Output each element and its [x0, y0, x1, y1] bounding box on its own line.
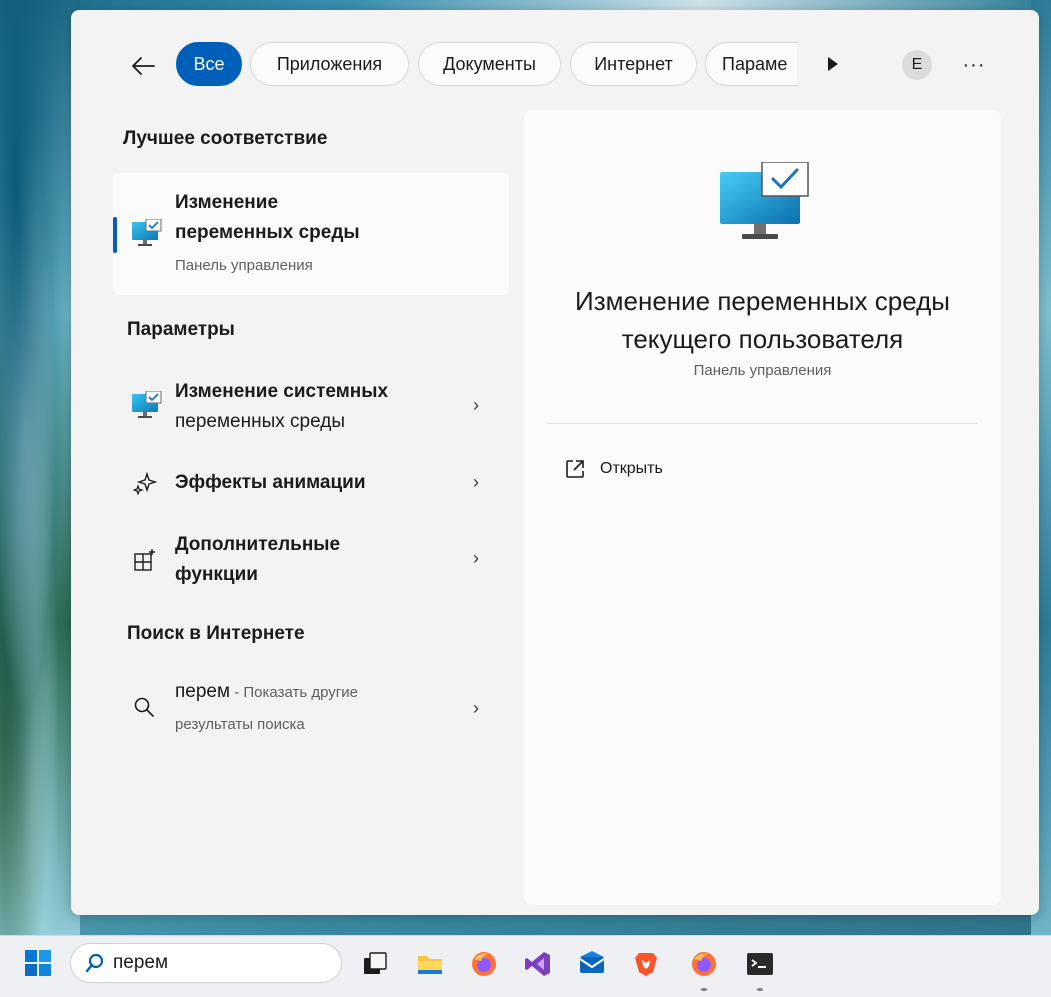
web-search-hint-line2: результаты поиска — [175, 716, 305, 733]
search-icon — [85, 953, 104, 973]
divider — [547, 423, 977, 424]
web-search-query: перем — [175, 681, 231, 702]
setting-animation-effects[interactable]: Эффекты анимации › — [113, 465, 509, 505]
monitor-check-icon — [720, 162, 809, 239]
add-grid-icon — [134, 549, 155, 571]
open-action[interactable]: Открыть — [564, 454, 663, 484]
taskbar-search-value: перем — [113, 952, 169, 973]
setting-title-line1: Эффекты анимации — [175, 472, 366, 493]
filter-web[interactable]: Интернет — [570, 42, 697, 86]
account-avatar[interactable]: E — [902, 50, 932, 80]
best-match-title-line2: переменных среды — [175, 222, 360, 243]
arrow-left-icon — [132, 57, 155, 75]
running-indicator — [701, 988, 707, 991]
web-search-heading: Поиск в Интернете — [127, 623, 305, 644]
wallpaper-left — [0, 0, 80, 935]
more-options-button[interactable]: ··· — [959, 50, 989, 80]
open-label: Открыть — [600, 460, 663, 477]
running-indicator — [757, 988, 763, 991]
chevron-right-icon: › — [473, 472, 479, 492]
back-button[interactable] — [129, 54, 157, 78]
open-external-icon — [566, 460, 584, 478]
mail-icon[interactable] — [578, 950, 606, 978]
setting-title-line1: Дополнительные — [175, 534, 341, 555]
best-match-card[interactable]: Изменение переменных среды Панель управл… — [113, 173, 509, 295]
play-icon — [828, 57, 838, 71]
brave-icon[interactable] — [632, 950, 660, 978]
best-match-subtitle: Панель управления — [175, 257, 313, 274]
filter-documents[interactable]: Документы — [418, 42, 561, 86]
detail-title-line1: Изменение переменных среды — [575, 286, 950, 316]
web-search-hint: - Показать другие — [230, 684, 358, 701]
detail-panel: Изменение переменных среды текущего поль… — [524, 110, 1001, 905]
visual-studio-icon[interactable] — [524, 950, 552, 978]
detail-subtitle: Панель управления — [693, 362, 832, 379]
setting-title-line2: функции — [175, 564, 258, 585]
filter-all[interactable]: Все — [176, 42, 242, 86]
taskbar-search-box[interactable]: перем — [70, 943, 342, 983]
detail-title: Изменение переменных среды текущего поль… — [524, 282, 1001, 358]
firefox-icon[interactable] — [470, 950, 498, 978]
setting-optional-features[interactable]: Дополнительные функции › — [113, 528, 509, 598]
best-match-title-line1: Изменение — [175, 192, 279, 213]
monitor-check-icon — [132, 391, 162, 418]
web-search-line1: перем - Показать другие — [175, 681, 358, 703]
best-match-heading: Лучшее соответствие — [123, 128, 328, 149]
setting-title-line1: Изменение системных — [175, 381, 389, 402]
selection-indicator — [113, 217, 117, 253]
monitor-check-icon — [132, 219, 162, 246]
filter-settings[interactable]: Параме — [705, 42, 797, 86]
setting-system-env-vars[interactable]: Изменение системных переменных среды › — [113, 375, 509, 445]
firefox-icon[interactable] — [690, 950, 718, 978]
chevron-right-icon: › — [473, 395, 479, 415]
filter-apps[interactable]: Приложения — [250, 42, 409, 86]
scroll-filters-button[interactable] — [823, 52, 843, 76]
windows-start-icon[interactable] — [24, 949, 52, 977]
search-icon — [134, 697, 154, 717]
web-search-result[interactable]: перем - Показать другие результаты поиск… — [113, 678, 509, 742]
taskbar: перем — [0, 935, 1051, 997]
file-explorer-icon[interactable] — [416, 950, 444, 978]
detail-title-line2: текущего пользователя — [621, 324, 904, 354]
chevron-right-icon: › — [473, 698, 479, 718]
setting-title-line2: переменных среды — [175, 411, 345, 432]
chevron-right-icon: › — [473, 548, 479, 568]
settings-heading: Параметры — [127, 319, 235, 340]
terminal-icon[interactable] — [746, 950, 774, 978]
search-window: Все Приложения Документы Интернет Параме… — [71, 10, 1039, 915]
task-view-icon[interactable] — [362, 950, 390, 978]
sparkle-icon — [133, 471, 157, 495]
